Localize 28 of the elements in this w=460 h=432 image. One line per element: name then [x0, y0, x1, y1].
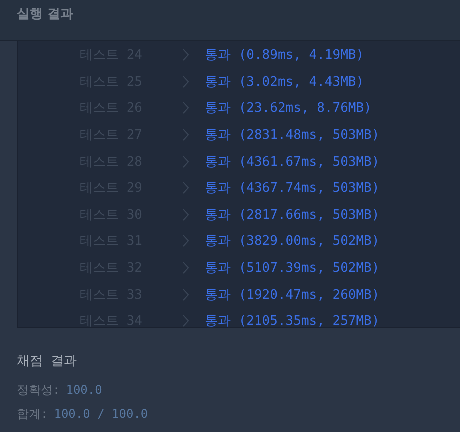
- test-result: 통과 (4361.67ms, 503MB): [205, 154, 380, 171]
- chevron-icon: [183, 102, 189, 114]
- chevron-icon: [183, 182, 189, 194]
- chevron-icon: [183, 288, 189, 301]
- test-result: 통과 (0.89ms, 4.19MB): [205, 47, 364, 64]
- score-label: 정확성:: [17, 382, 60, 398]
- chevron-icon: [183, 156, 189, 168]
- chevron-icon: [183, 315, 189, 328]
- score-value: 100.0: [66, 383, 102, 397]
- test-result: 통과 (3.02ms, 4.43MB): [205, 74, 364, 91]
- test-result: 통과 (2831.48ms, 503MB): [205, 127, 380, 144]
- test-result: 통과 (2817.66ms, 503MB): [205, 206, 380, 224]
- section-title: 실행 결과: [17, 7, 74, 22]
- chevron-icon: [183, 235, 189, 248]
- chevron-icon: [183, 262, 189, 274]
- score-label: 합계:: [17, 406, 48, 422]
- test-result: 통과 (4367.74ms, 503MB): [205, 180, 380, 198]
- chevron-icon: [183, 208, 189, 221]
- test-result: 통과 (5107.39ms, 502MB): [205, 260, 380, 278]
- score-value: 100.0 / 100.0: [54, 407, 148, 421]
- test-result: 통과 (3829.00ms, 502MB): [205, 233, 380, 250]
- test-result: 통과 (23.62ms, 8.76MB): [205, 100, 372, 118]
- chevron-icon: [183, 76, 189, 88]
- grading-title: 채점 결과: [17, 353, 78, 371]
- chevron-icon: [183, 129, 189, 142]
- chevron-icon: [183, 49, 189, 62]
- test-result: 통과 (1920.47ms, 260MB): [205, 286, 380, 304]
- test-result: 통과 (2105.35ms, 257MB): [205, 313, 380, 330]
